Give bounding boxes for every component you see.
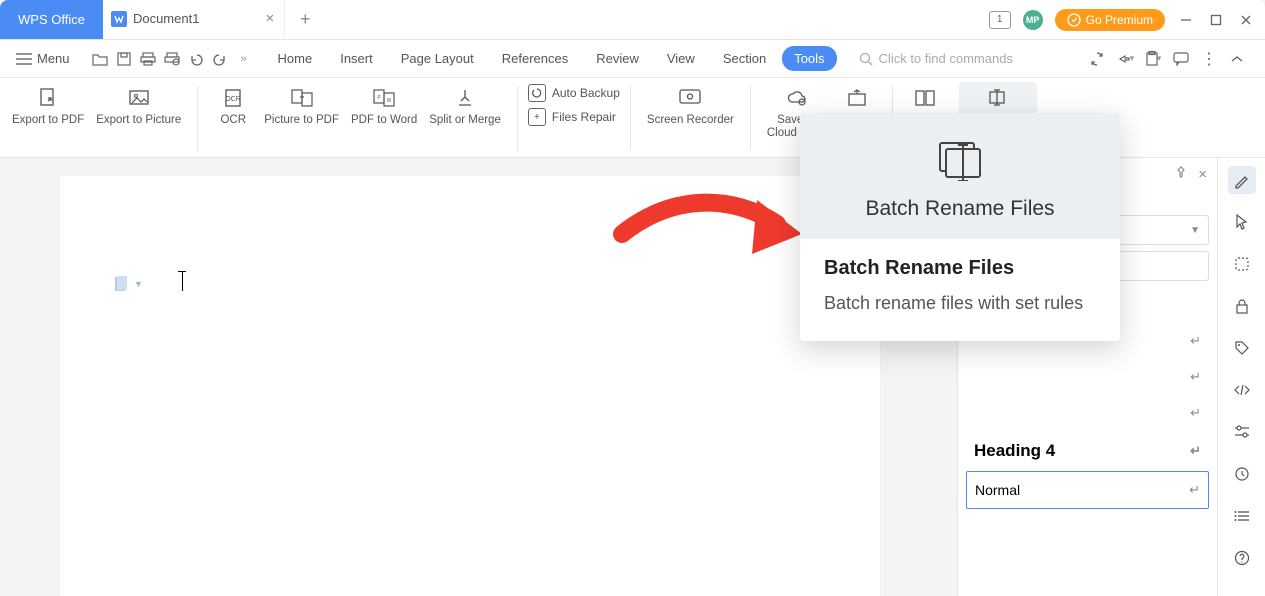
redo-icon[interactable] [210, 49, 230, 69]
kebab-icon[interactable]: ⋮ [1199, 49, 1219, 69]
maximize-button[interactable] [1207, 11, 1225, 29]
premium-icon [1067, 13, 1081, 27]
tooltip-description: Batch rename files with set rules [824, 290, 1096, 317]
page-indicator[interactable]: ▼ [114, 276, 143, 292]
tab-section[interactable]: Section [711, 46, 778, 71]
tag-icon[interactable] [1228, 334, 1256, 362]
pin-icon[interactable] [1174, 166, 1188, 183]
files-repair-button[interactable]: +Files Repair [528, 108, 620, 126]
search-icon [859, 52, 873, 66]
files-repair-icon: + [528, 108, 546, 126]
quick-access-toolbar: » [90, 49, 254, 69]
svg-text:W: W [387, 98, 392, 104]
pdf-to-word-icon: PW [372, 84, 396, 112]
add-tab-button[interactable]: + [285, 0, 325, 39]
minimize-button[interactable] [1177, 11, 1195, 29]
batch-rename-icon [987, 84, 1009, 112]
ocr-icon: OCR [222, 84, 244, 112]
window-count-badge[interactable]: 1 [989, 11, 1011, 29]
tab-review[interactable]: Review [584, 46, 651, 71]
help-icon[interactable] [1228, 544, 1256, 572]
comment-icon[interactable] [1171, 52, 1191, 66]
screen-recorder-icon [678, 84, 702, 112]
chevron-down-icon: ▼ [134, 279, 143, 289]
close-window-button[interactable] [1237, 11, 1255, 29]
tooltip-title: Batch Rename Files [865, 197, 1054, 221]
app-tab[interactable]: WPS Office [0, 0, 103, 39]
pdf-to-word-button[interactable]: PW PDF to Word [345, 82, 423, 129]
collapse-ribbon-icon[interactable] [1227, 54, 1247, 64]
compare-icon [914, 84, 936, 112]
titlebar: WPS Office Document1 × + 1 MP Go Premium [0, 0, 1265, 40]
split-merge-button[interactable]: Split or Merge [423, 82, 507, 129]
menubar: Menu » Home Insert Page Layout Reference… [0, 40, 1265, 78]
cursor-tool[interactable] [1228, 208, 1256, 236]
menu-label: Menu [37, 51, 70, 66]
auto-backup-button[interactable]: Auto Backup [528, 84, 620, 102]
sync-icon[interactable] [1087, 51, 1107, 67]
export-picture-button[interactable]: Export to Picture [90, 82, 187, 129]
tab-home[interactable]: Home [266, 46, 325, 71]
doc-icon [111, 11, 127, 27]
close-panel-button[interactable]: × [1198, 166, 1207, 183]
undo-icon[interactable] [186, 49, 206, 69]
tab-page-layout[interactable]: Page Layout [389, 46, 486, 71]
close-tab-button[interactable]: × [265, 10, 274, 27]
select-tool[interactable] [1228, 250, 1256, 278]
ocr-button[interactable]: OCR OCR [208, 82, 258, 129]
text-cursor [182, 271, 183, 301]
export-pdf-button[interactable]: Export to PDF [6, 82, 90, 129]
print-preview-icon[interactable] [162, 49, 182, 69]
premium-label: Go Premium [1086, 13, 1153, 27]
search-placeholder: Click to find commands [879, 51, 1013, 66]
code-icon[interactable] [1228, 376, 1256, 404]
export-pdf-icon [37, 84, 59, 112]
annotation-arrow [612, 184, 812, 294]
style-item[interactable]: ↵ [966, 395, 1209, 431]
cloud-icon [785, 84, 809, 112]
user-avatar[interactable]: MP [1023, 10, 1043, 30]
split-merge-icon [454, 84, 476, 112]
svg-text:P: P [377, 95, 381, 101]
screen-recorder-button[interactable]: Screen Recorder [641, 82, 740, 129]
clipboard-icon[interactable]: ▾ [1143, 51, 1163, 67]
settings-sliders-icon[interactable] [1228, 418, 1256, 446]
style-item-heading4[interactable]: Heading 4↵ [966, 431, 1209, 471]
open-icon[interactable] [90, 49, 110, 69]
picture-to-pdf-button[interactable]: Picture to PDF [258, 82, 345, 129]
tab-references[interactable]: References [490, 46, 580, 71]
style-item-normal[interactable]: Normal↵ [966, 471, 1209, 509]
go-premium-button[interactable]: Go Premium [1055, 9, 1165, 31]
style-item[interactable]: ↵ [966, 359, 1209, 395]
batch-rename-large-icon [934, 137, 986, 181]
compare-button[interactable] [903, 82, 947, 116]
file-collect-icon [846, 84, 868, 112]
tooltip-heading: Batch Rename Files [824, 257, 1096, 280]
right-rail [1217, 158, 1265, 596]
command-search[interactable]: Click to find commands [859, 51, 1013, 66]
more-qat-icon[interactable]: » [234, 49, 254, 69]
history-icon[interactable] [1228, 460, 1256, 488]
document-tab[interactable]: Document1 × [103, 0, 285, 39]
page-icon [114, 276, 128, 292]
batch-rename-tooltip: Batch Rename Files Batch Rename Files Ba… [800, 113, 1120, 341]
tab-tools[interactable]: Tools [782, 46, 836, 71]
list-icon[interactable] [1228, 502, 1256, 530]
lock-icon[interactable] [1228, 292, 1256, 320]
tab-insert[interactable]: Insert [328, 46, 385, 71]
export-picture-icon [128, 84, 150, 112]
save-icon[interactable] [114, 49, 134, 69]
svg-text:OCR: OCR [225, 96, 241, 103]
hamburger-icon [16, 53, 32, 65]
chevron-down-icon: ▼ [1190, 225, 1200, 236]
pencil-tool[interactable] [1228, 166, 1256, 194]
tab-view[interactable]: View [655, 46, 707, 71]
picture-to-pdf-icon [290, 84, 314, 112]
batch-rename-button[interactable] [959, 82, 1037, 116]
share-icon[interactable]: ▾ [1115, 51, 1135, 67]
auto-backup-icon [528, 84, 546, 102]
menu-button[interactable]: Menu [8, 47, 78, 70]
print-icon[interactable] [138, 49, 158, 69]
document-title: Document1 [133, 11, 199, 26]
